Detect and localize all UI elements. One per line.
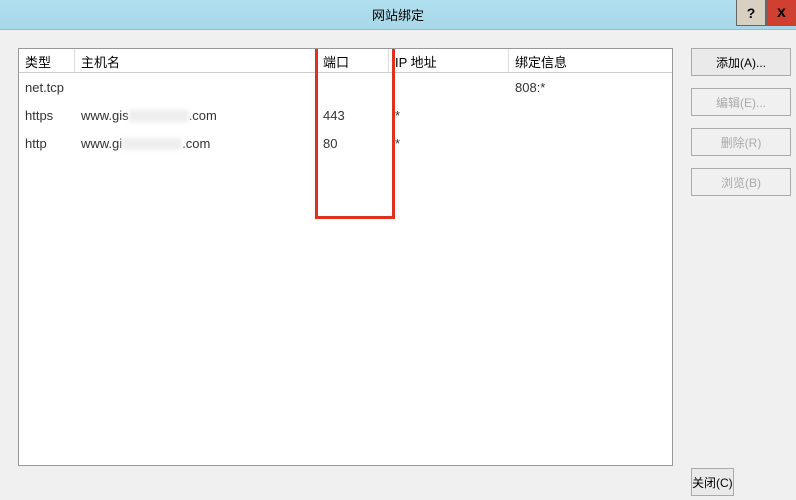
cell-host: www.gis .com [75,105,317,126]
edit-button: 编辑(E)... [691,88,791,116]
col-header-bind[interactable]: 绑定信息 [509,49,672,72]
bottom-row: 关闭(C) [691,468,791,496]
cell-ip [389,84,509,90]
cell-ip: * [389,105,509,126]
table-row[interactable]: https www.gis .com 443 * [19,101,672,129]
host-suffix: .com [189,108,217,123]
cell-port [317,84,389,90]
close-button[interactable]: 关闭(C) [691,468,734,496]
col-header-ip[interactable]: IP 地址 [389,49,509,72]
host-prefix: www.gis [81,108,129,123]
cell-port: 80 [317,133,389,154]
help-button[interactable]: ? [736,0,766,26]
table-body: net.tcp 808:* https www.gis .com 443 * [19,73,672,157]
cell-bind [509,140,672,146]
window-close-button[interactable]: x [766,0,796,26]
cell-ip: * [389,133,509,154]
table-row[interactable]: net.tcp 808:* [19,73,672,101]
titlebar: 网站绑定 ? x [0,0,796,30]
table-row[interactable]: http www.gi .com 80 * [19,129,672,157]
cell-port: 443 [317,105,389,126]
delete-button: 删除(R) [691,128,791,156]
cell-bind: 808:* [509,77,672,98]
dialog-body: 类型 主机名 端口 IP 地址 绑定信息 net.tcp 808:* https [0,30,796,500]
col-header-port[interactable]: 端口 [317,49,389,72]
redacted-host [122,138,182,150]
col-header-host[interactable]: 主机名 [75,49,317,72]
side-buttons: 添加(A)... 编辑(E)... 删除(R) 浏览(B) [691,48,791,466]
add-button[interactable]: 添加(A)... [691,48,791,76]
host-prefix: www.gi [81,136,122,151]
host-suffix: .com [182,136,210,151]
redacted-host [129,110,189,122]
bindings-table[interactable]: 类型 主机名 端口 IP 地址 绑定信息 net.tcp 808:* https [18,48,673,466]
cell-bind [509,112,672,118]
cell-host: www.gi .com [75,133,317,154]
cell-type: net.tcp [19,77,75,98]
table-header: 类型 主机名 端口 IP 地址 绑定信息 [19,49,672,73]
cell-type: https [19,105,75,126]
window-title: 网站绑定 [372,5,424,24]
titlebar-controls: ? x [736,0,796,29]
cell-host [75,84,317,90]
browse-button: 浏览(B) [691,168,791,196]
col-header-type[interactable]: 类型 [19,49,75,72]
cell-type: http [19,133,75,154]
